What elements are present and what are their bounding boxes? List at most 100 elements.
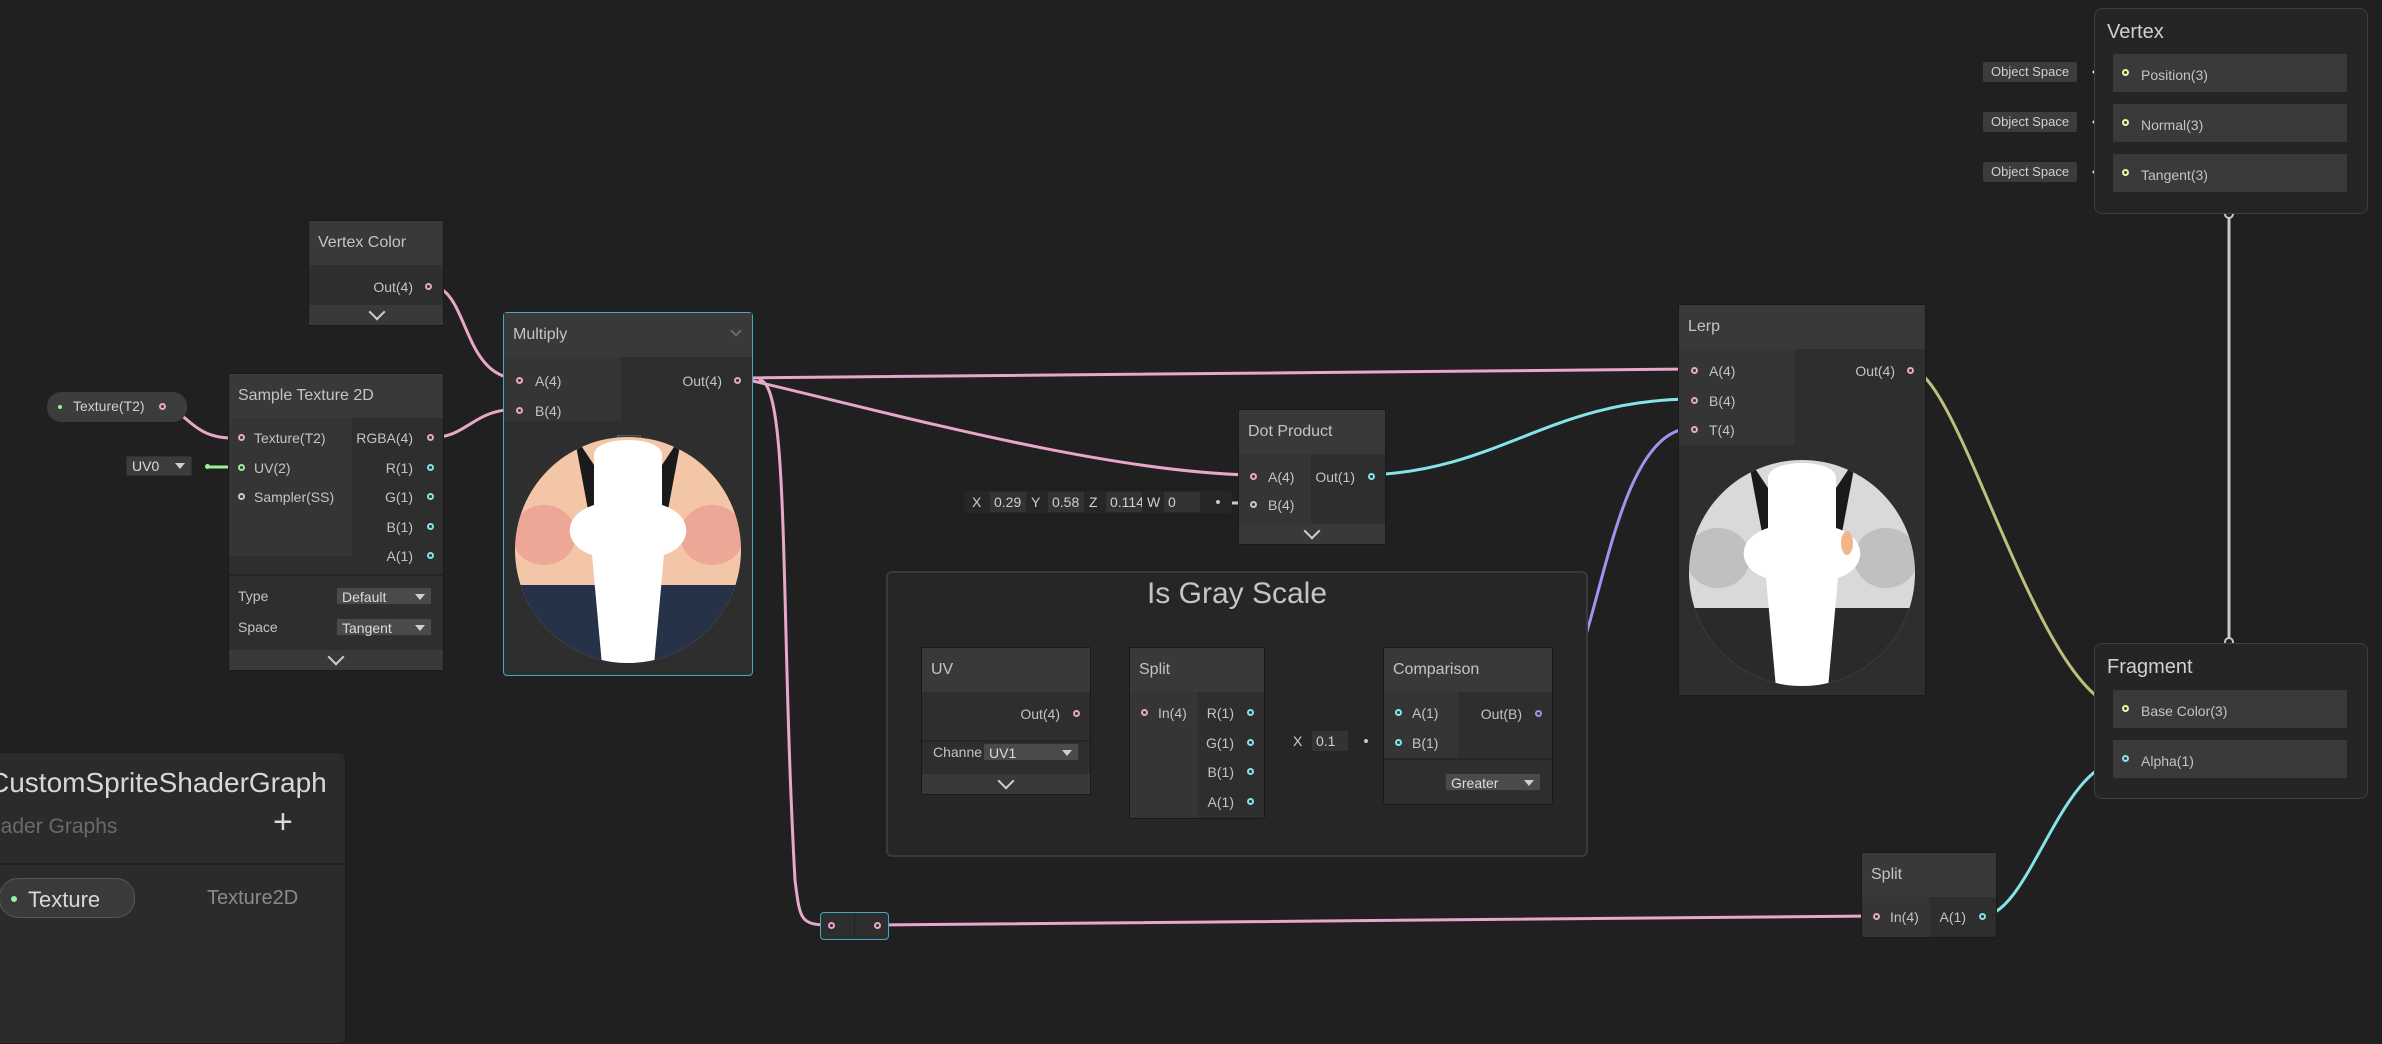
g-out-port[interactable]: [427, 493, 434, 500]
normal-port[interactable]: [2122, 119, 2129, 126]
lerp-t-port[interactable]: [1691, 426, 1698, 433]
multiply-node[interactable]: Multiply A(4) B(4) Out(4): [503, 312, 753, 676]
comparison-op-dropdown[interactable]: Greater: [1445, 773, 1541, 791]
comp-out-port[interactable]: [1535, 710, 1542, 717]
space-dropdown[interactable]: Tangent: [336, 618, 432, 636]
tangent-port[interactable]: [2122, 169, 2129, 176]
split-inner-node[interactable]: Split In(4) R(1) G(1) B(1) A(1): [1129, 647, 1265, 819]
texture-property-node[interactable]: Texture(T2): [47, 392, 187, 422]
split-outer-node[interactable]: Split In(4) A(1): [1861, 852, 1997, 938]
dot-out-port[interactable]: [1368, 473, 1375, 480]
texture-in-port[interactable]: [238, 434, 245, 441]
chevron-down-icon: [997, 772, 1015, 790]
chevron-down-icon: [415, 625, 425, 631]
vec-z-value[interactable]: 0.114: [1106, 492, 1142, 512]
channel-label: Channe: [933, 744, 983, 760]
comp-x-value[interactable]: 0.1: [1312, 731, 1348, 751]
vec-x-value[interactable]: 0.29: [990, 492, 1026, 512]
uv-in-label: UV(2): [254, 460, 291, 476]
split-outer-in-port[interactable]: [1873, 913, 1880, 920]
position-block[interactable]: Position(3): [2112, 53, 2348, 93]
split-b-label: B(1): [1207, 764, 1234, 780]
alpha-port[interactable]: [2122, 755, 2129, 762]
texture-property-out-port[interactable]: [159, 403, 166, 410]
comp-out-label: Out(B): [1480, 706, 1522, 722]
lerp-t-label: T(4): [1709, 422, 1735, 438]
lerp-node[interactable]: Lerp A(4) B(4) T(4) Out(4): [1678, 304, 1926, 696]
comp-b-port[interactable]: [1395, 739, 1402, 746]
vertex-color-out-port[interactable]: [425, 283, 432, 290]
uv-in-port[interactable]: [238, 464, 245, 471]
texture-property-pill[interactable]: Texture: [0, 878, 135, 918]
dot-a-label: A(4): [1268, 469, 1295, 485]
add-property-button[interactable]: +: [273, 803, 293, 842]
sampler-in-port[interactable]: [238, 493, 245, 500]
r-out-label: R(1): [385, 460, 413, 476]
vec-w-value[interactable]: 0: [1164, 492, 1200, 512]
split-g-label: G(1): [1206, 735, 1234, 751]
alpha-block[interactable]: Alpha(1): [2112, 739, 2348, 779]
tangent-space-label[interactable]: Object Space: [1983, 162, 2078, 182]
lerp-a-port[interactable]: [1691, 367, 1698, 374]
uv0-dropdown[interactable]: UV0: [126, 456, 192, 476]
type-label: Type: [238, 588, 269, 604]
vector4-input-field[interactable]: X 0.29 Y 0.58 Z 0.114 W 0: [964, 491, 1232, 513]
reroute-in-port[interactable]: [828, 922, 835, 929]
vertex-stack-title: Vertex: [2107, 21, 2164, 43]
base-color-port[interactable]: [2122, 705, 2129, 712]
dot-b-port[interactable]: [1250, 501, 1257, 508]
dot-product-node[interactable]: Dot Product A(4) B(4) Out(1): [1238, 409, 1386, 545]
lerp-out-port[interactable]: [1907, 367, 1914, 374]
sample-texture-node[interactable]: Sample Texture 2D Texture(T2) UV(2) Samp…: [228, 373, 444, 671]
reroute-out-port[interactable]: [874, 922, 881, 929]
group-title[interactable]: Is Gray Scale: [888, 577, 1586, 611]
vec-y-value[interactable]: 0.58: [1048, 492, 1084, 512]
type-dropdown[interactable]: Default: [336, 587, 432, 605]
normal-block[interactable]: Normal(3): [2112, 103, 2348, 143]
chevron-down-icon: [1303, 522, 1321, 540]
rgba-out-port[interactable]: [427, 434, 434, 441]
dot-product-expand-bar[interactable]: [1239, 522, 1385, 544]
comp-a-port[interactable]: [1395, 709, 1402, 716]
normal-space-label[interactable]: Object Space: [1983, 112, 2078, 132]
split-outer-a-port[interactable]: [1979, 913, 1986, 920]
alpha-label: Alpha(1): [2141, 753, 2194, 769]
a-out-port[interactable]: [427, 552, 434, 559]
texture-property-name: Texture: [28, 887, 101, 912]
split-b-port[interactable]: [1247, 768, 1254, 775]
uv-expand-bar[interactable]: [922, 772, 1090, 794]
chevron-down-icon: [175, 463, 185, 469]
position-space-label[interactable]: Object Space: [1983, 62, 2078, 82]
vertex-color-expand-bar[interactable]: [309, 303, 443, 325]
multiply-b-label: B(4): [535, 403, 562, 419]
reroute-node[interactable]: [820, 912, 889, 940]
blackboard-title: CustomSpriteShaderGraph: [0, 767, 327, 798]
sample-texture-expand-bar[interactable]: [229, 648, 443, 670]
multiply-b-port[interactable]: [516, 407, 523, 414]
g-out-label: G(1): [385, 489, 413, 505]
channel-dropdown[interactable]: UV1: [983, 743, 1079, 761]
dot-a-port[interactable]: [1250, 473, 1257, 480]
multiply-a-port[interactable]: [516, 377, 523, 384]
dot-product-title: Dot Product: [1239, 410, 1385, 454]
lerp-b-port[interactable]: [1691, 397, 1698, 404]
base-color-block[interactable]: Base Color(3): [2112, 689, 2348, 729]
multiply-out-port[interactable]: [734, 377, 741, 384]
a-out-label: A(1): [386, 548, 413, 564]
split-a-port[interactable]: [1247, 798, 1254, 805]
tangent-block[interactable]: Tangent(3): [2112, 153, 2348, 193]
split-r-port[interactable]: [1247, 709, 1254, 716]
position-port[interactable]: [2122, 69, 2129, 76]
comp-x-label: X: [1293, 733, 1303, 749]
split-g-port[interactable]: [1247, 739, 1254, 746]
uv-out-port[interactable]: [1073, 710, 1080, 717]
vertex-color-node[interactable]: Vertex Color Out(4): [308, 220, 444, 326]
blackboard-panel[interactable]: CustomSpriteShaderGraph hader Graphs + T…: [0, 752, 346, 1044]
lerp-b-label: B(4): [1709, 393, 1736, 409]
r-out-port[interactable]: [427, 464, 434, 471]
comparison-node[interactable]: Comparison A(1) B(1) Out(B) Greater: [1383, 647, 1553, 805]
comparison-b-field[interactable]: X 0.1: [1284, 730, 1380, 752]
b-out-port[interactable]: [427, 523, 434, 530]
uv-node[interactable]: UV Out(4) Channe UV1: [921, 647, 1091, 795]
split-in-port[interactable]: [1141, 709, 1148, 716]
